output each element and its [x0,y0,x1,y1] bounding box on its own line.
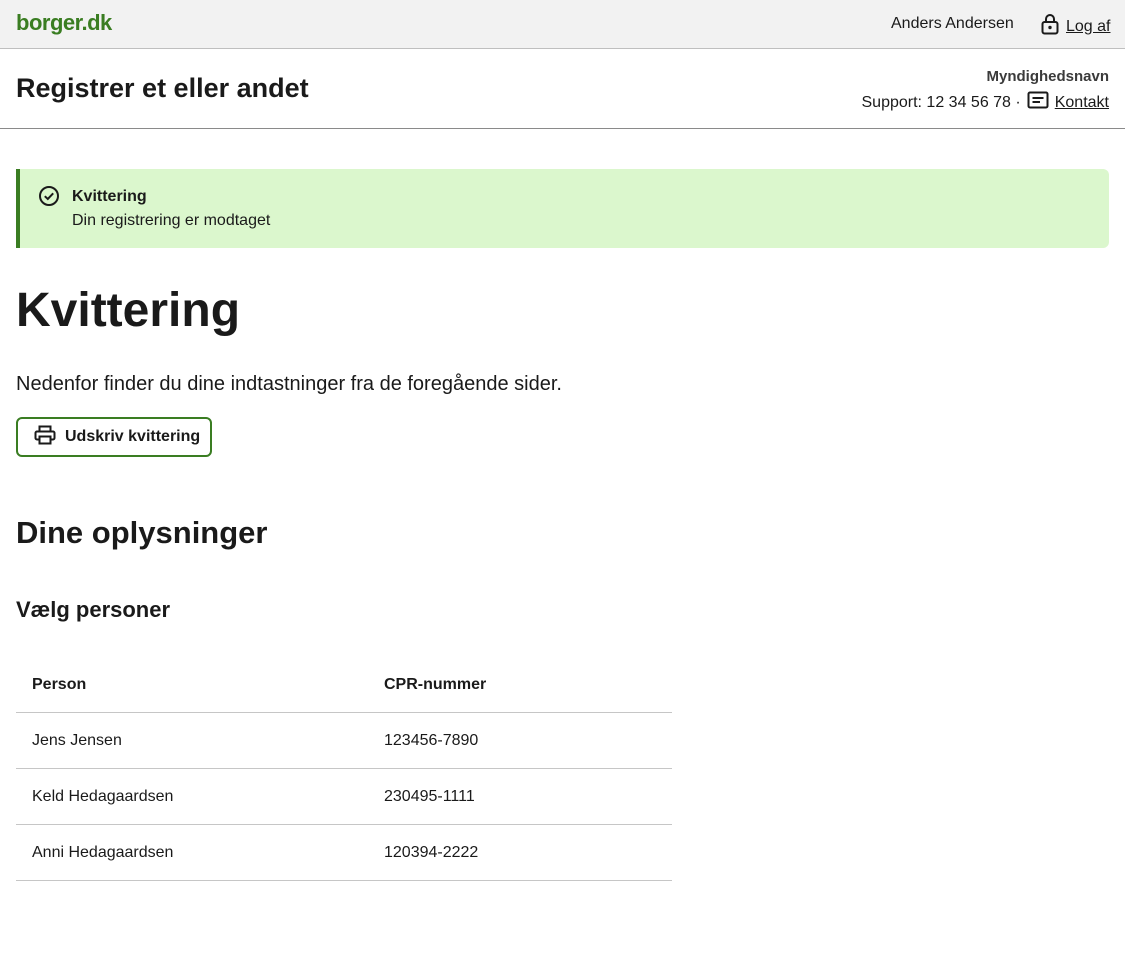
support-phone: Support: 12 34 56 78 · [861,93,1021,111]
cpr-cell: 123456-7890 [384,731,479,749]
service-title: Registrer et eller andet [16,73,309,103]
persons-table: Person CPR-nummer Jens Jensen 123456-789… [16,657,672,881]
printer-icon [34,425,56,450]
table-row: Jens Jensen 123456-7890 [16,713,672,769]
column-header-cpr: CPR-nummer [384,675,487,693]
support-line: Support: 12 34 56 78 · Kontakt [861,91,1109,114]
print-receipt-button[interactable]: Udskriv kvittering [16,417,212,457]
section-title: Dine oplysninger [16,515,268,550]
table-row: Keld Hedagaardsen 230495-1111 [16,769,672,825]
logout-button[interactable]: Log af [1040,13,1110,40]
alert-heading: Kvittering [72,188,147,205]
person-name-cell: Anni Hedagaardsen [32,843,174,861]
alert-text: Din registrering er modtaget [72,212,271,229]
table-row: Anni Hedagaardsen 120394-2222 [16,825,672,881]
message-icon [1027,91,1049,114]
print-receipt-label: Udskriv kvittering [65,428,201,445]
service-header: Registrer et eller andet Myndighedsnavn … [0,49,1125,129]
page-title: Kvittering [16,284,241,337]
person-name-cell: Keld Hedagaardsen [32,787,174,805]
column-header-person: Person [32,675,87,693]
cpr-cell: 230495-1111 [384,787,475,805]
lead-text: Nedenfor finder du dine indtastninger fr… [16,373,562,395]
subsection-title: Vælg personer [16,597,171,622]
contact-link[interactable]: Kontakt [1055,94,1109,112]
lock-icon [1040,13,1060,40]
table-header-row: Person CPR-nummer [16,657,672,713]
success-alert: Kvittering Din registrering er modtaget [16,169,1109,248]
check-circle-icon [38,185,60,212]
authority-name: Myndighedsnavn [986,68,1109,85]
person-name-cell: Jens Jensen [32,731,122,749]
cpr-cell: 120394-2222 [384,843,479,861]
logout-label: Log af [1066,17,1111,35]
borger-dk-logo[interactable]: borger.dk [16,10,112,36]
user-name: Anders Andersen [891,15,1014,32]
top-bar: borger.dk Anders Andersen Log af [0,0,1125,49]
